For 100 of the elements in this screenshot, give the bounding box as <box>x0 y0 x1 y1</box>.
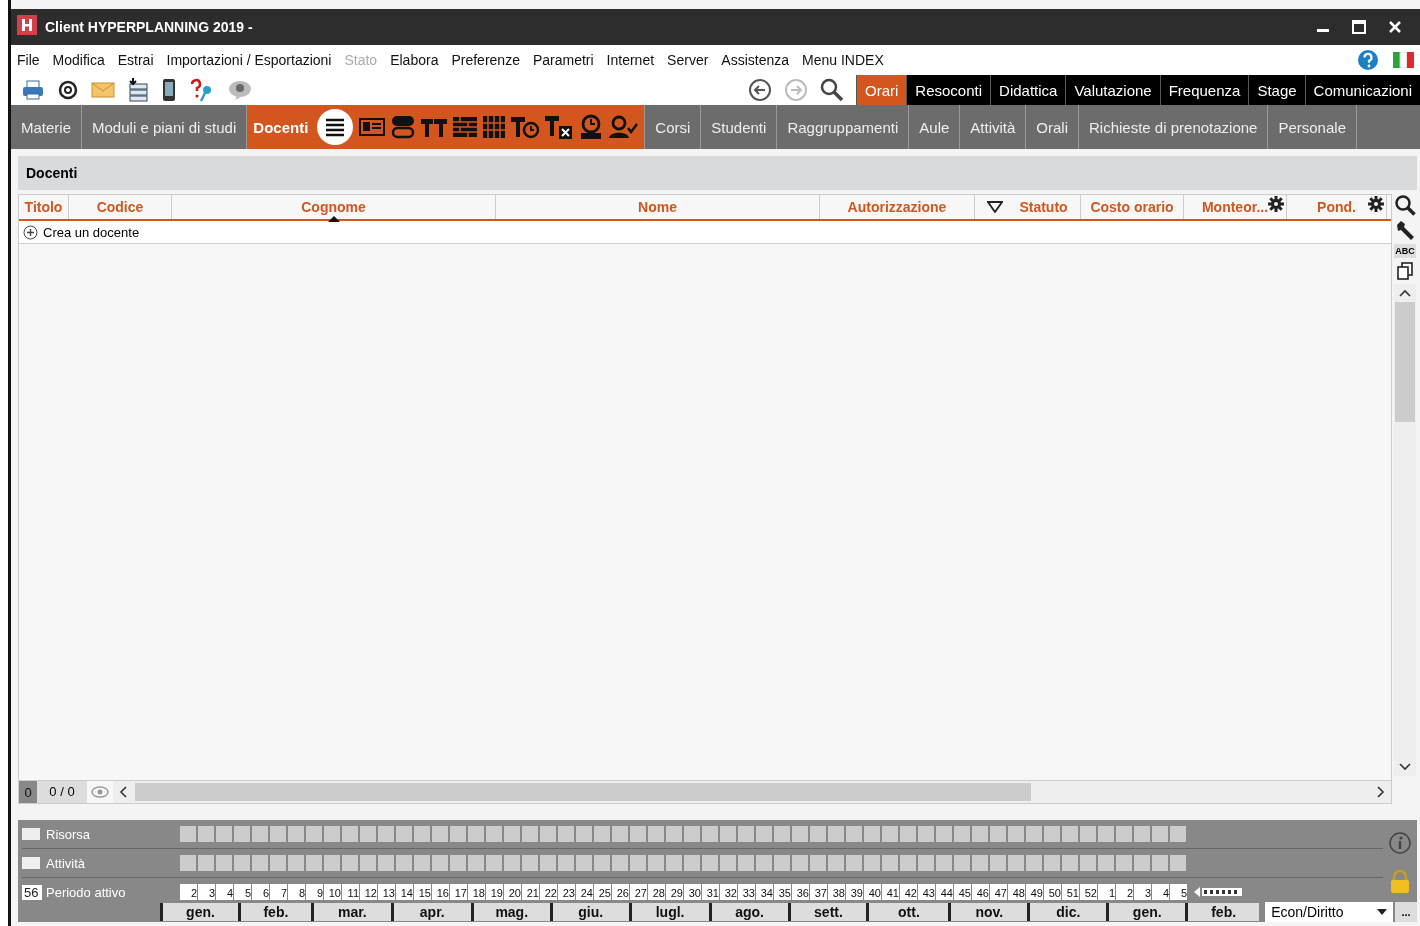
week-number[interactable]: 13 <box>378 884 395 900</box>
column-header[interactable]: Nome <box>496 195 820 219</box>
week-number[interactable]: 20 <box>504 884 521 900</box>
spellcheck-button[interactable]: ABC <box>1394 244 1416 258</box>
column-header[interactable]: Codice <box>69 195 172 219</box>
week-number[interactable]: 3 <box>1134 884 1151 900</box>
week-number[interactable]: 10 <box>324 884 341 900</box>
week-number[interactable]: 44 <box>936 884 953 900</box>
month-label: apr. <box>390 903 471 921</box>
week-number[interactable]: 36 <box>792 884 809 900</box>
month-label: feb. <box>1185 903 1260 921</box>
week-number[interactable]: 19 <box>486 884 503 900</box>
week-number[interactable]: 18 <box>468 884 485 900</box>
week-number[interactable]: 5 <box>1170 884 1187 900</box>
section-tab[interactable]: Didattica <box>990 75 1066 105</box>
week-number[interactable]: 31 <box>702 884 719 900</box>
week-number[interactable]: 15 <box>414 884 431 900</box>
week-number[interactable]: 46 <box>972 884 989 900</box>
column-header[interactable]: Titolo <box>19 195 69 219</box>
column-header[interactable]: Statuto <box>975 195 1081 219</box>
month-label: mag. <box>470 903 550 921</box>
week-number[interactable]: 4 <box>216 884 233 900</box>
week-number[interactable]: 28 <box>648 884 665 900</box>
window-title: Client HYPERPLANNING 2019 - <box>45 19 253 35</box>
module-tab-label: Docenti <box>253 118 309 136</box>
week-number[interactable]: 14 <box>396 884 413 900</box>
menu-item[interactable]: Internet <box>606 52 655 68</box>
week-number[interactable]: 9 <box>306 884 323 900</box>
menu-item[interactable]: Estrai <box>117 52 154 68</box>
month-label: gen. <box>160 903 238 921</box>
week-number[interactable]: 21 <box>522 884 539 900</box>
week-number[interactable]: 40 <box>864 884 881 900</box>
month-label: sett. <box>787 903 867 921</box>
column-header[interactable]: Pond. <box>1287 195 1387 219</box>
week-number[interactable]: 1 <box>1098 884 1115 900</box>
week-number[interactable]: 47 <box>990 884 1007 900</box>
week-number[interactable]: 52 <box>1080 884 1097 900</box>
section-tab[interactable]: Comunicazioni <box>1304 75 1420 105</box>
week-number[interactable]: 23 <box>558 884 575 900</box>
week-number[interactable]: 8 <box>288 884 305 900</box>
column-header[interactable]: Costo orario <box>1081 195 1184 219</box>
week-number[interactable]: 27 <box>630 884 647 900</box>
section-tab[interactable]: Valutazione <box>1065 75 1160 105</box>
week-number[interactable]: 26 <box>612 884 629 900</box>
week-number[interactable]: 25 <box>594 884 611 900</box>
menu-item[interactable]: File <box>17 52 40 68</box>
menu-item[interactable]: Modifica <box>52 52 105 68</box>
week-number[interactable]: 29 <box>666 884 683 900</box>
week-number[interactable]: 2 <box>1116 884 1133 900</box>
week-number[interactable]: 3 <box>198 884 215 900</box>
week-number[interactable]: 41 <box>882 884 899 900</box>
week-number[interactable]: 38 <box>828 884 845 900</box>
week-number[interactable]: 16 <box>432 884 449 900</box>
week-number[interactable]: 32 <box>720 884 737 900</box>
column-header[interactable]: Autorizzazione <box>820 195 975 219</box>
week-number[interactable]: 45 <box>954 884 971 900</box>
panel-title: Docenti <box>26 165 78 181</box>
section-tab[interactable]: Stage <box>1248 75 1305 105</box>
section-tab[interactable]: Frequenza <box>1159 75 1249 105</box>
selection-count: 0 <box>19 781 37 803</box>
week-number[interactable]: 37 <box>810 884 827 900</box>
menu-item[interactable]: Server <box>667 52 709 68</box>
period-count: 56 <box>22 884 42 900</box>
month-label: gen. <box>1106 903 1186 921</box>
menu-item[interactable]: Assistenza <box>721 52 790 68</box>
menu-item[interactable]: Menu INDEX <box>802 52 884 68</box>
week-number[interactable]: 6 <box>252 884 269 900</box>
week-number[interactable]: 43 <box>918 884 935 900</box>
menu-item[interactable]: Preferenze <box>451 52 520 68</box>
week-number[interactable]: 4 <box>1152 884 1169 900</box>
menu-item[interactable]: Importazioni / Esportazioni <box>166 52 332 68</box>
week-number[interactable]: 11 <box>342 884 359 900</box>
section-tab[interactable]: Orari <box>856 75 907 105</box>
column-header[interactable]: Monteor... <box>1184 195 1287 219</box>
week-number[interactable]: 34 <box>756 884 773 900</box>
week-number[interactable]: 48 <box>1008 884 1025 900</box>
menu-item[interactable]: Parametri <box>532 52 594 68</box>
more-button[interactable]: ... <box>1395 902 1417 922</box>
create-row[interactable]: Crea un docente <box>19 221 1391 244</box>
week-number[interactable]: 42 <box>900 884 917 900</box>
week-number[interactable]: 2 <box>180 884 197 900</box>
week-number[interactable]: 33 <box>738 884 755 900</box>
section-tab[interactable]: Resoconti <box>906 75 991 105</box>
week-number[interactable]: 22 <box>540 884 557 900</box>
dropdown-field[interactable]: Econ/Diritto <box>1265 902 1394 922</box>
week-number[interactable]: 49 <box>1026 884 1043 900</box>
week-number[interactable]: 51 <box>1062 884 1079 900</box>
week-number[interactable]: 5 <box>234 884 251 900</box>
menu-item[interactable]: Elabora <box>390 52 439 68</box>
active-module-tab[interactable]: Docenti <box>247 105 646 149</box>
week-number[interactable]: 30 <box>684 884 701 900</box>
month-label: dic. <box>1027 903 1107 921</box>
week-number[interactable]: 24 <box>576 884 593 900</box>
month-label: giu. <box>549 903 629 921</box>
week-number[interactable]: 17 <box>450 884 467 900</box>
week-number[interactable]: 50 <box>1044 884 1061 900</box>
week-number[interactable]: 12 <box>360 884 377 900</box>
week-number[interactable]: 7 <box>270 884 287 900</box>
week-number[interactable]: 39 <box>846 884 863 900</box>
week-number[interactable]: 35 <box>774 884 791 900</box>
